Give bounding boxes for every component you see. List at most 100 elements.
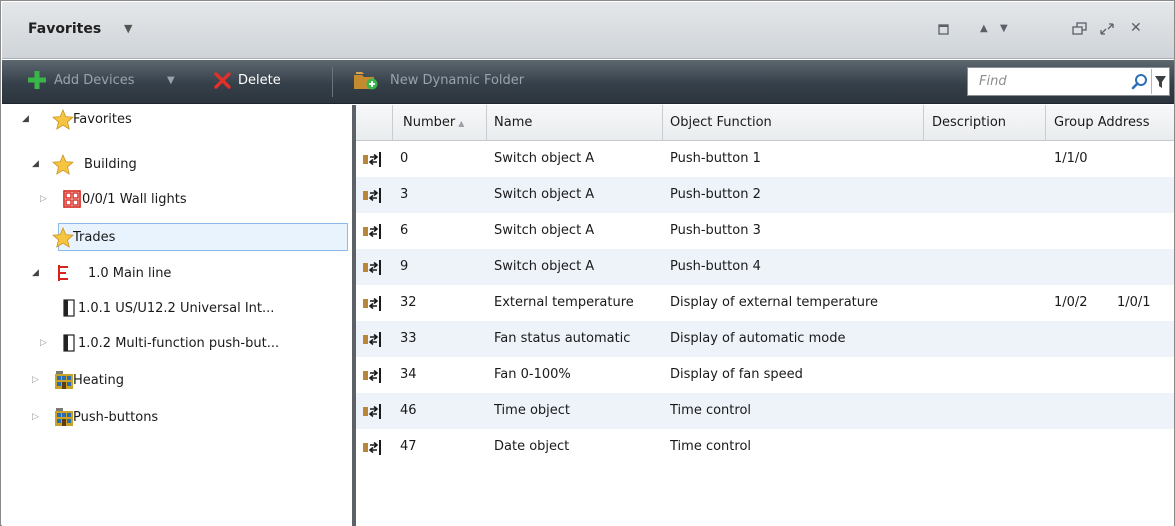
table-row[interactable]: 47 Date object Time control	[356, 429, 1174, 465]
tree-item-label: 0/0/1 Wall lights	[82, 191, 187, 207]
communication-object-icon	[363, 188, 381, 203]
line-icon	[58, 265, 68, 281]
objects-grid: Number ▲ Name Object Function Description…	[356, 105, 1174, 526]
add-devices-dropdown-icon[interactable]: ▼	[167, 75, 175, 86]
tree-item-label: 1.0.1 US/U12.2 Universal Int...	[78, 300, 275, 316]
cell-group-address-secondary: 1/0/1	[1117, 295, 1151, 310]
tree-item-label: Building	[84, 156, 137, 172]
column-header-label: Number	[403, 115, 456, 130]
maximize-icon[interactable]	[1099, 22, 1115, 39]
tree-item-label: Trades	[73, 229, 116, 245]
collapse-arrow-icon[interactable]: ▷	[40, 338, 50, 348]
communication-object-icon	[363, 152, 381, 167]
move-down-icon[interactable]: ▼	[1000, 23, 1008, 34]
favorites-tree: ◢ Favorites ◢ Building ▷ 0/0/1 Wall ligh…	[2, 105, 353, 526]
table-row[interactable]: 6 Switch object A Push-button 3	[356, 213, 1174, 249]
device-icon	[63, 299, 75, 317]
tree-item-label: 1.0 Main line	[88, 265, 172, 281]
cell-object-function: Display of fan speed	[670, 367, 803, 382]
favorites-panel: Favorites ▼ ▲ ▼ ✕ Add Devices ▼ Delete N…	[0, 0, 1175, 526]
cell-object-function: Time control	[670, 439, 752, 454]
star-icon	[52, 227, 74, 248]
cell-name: Switch object A	[494, 151, 595, 166]
communication-object-icon	[363, 296, 381, 311]
communication-object-icon	[363, 224, 381, 239]
cell-name: Switch object A	[494, 259, 595, 274]
cell-name: Time object	[494, 403, 571, 418]
cell-object-function: Push-button 1	[670, 151, 761, 166]
column-header-number[interactable]: Number ▲	[393, 105, 487, 141]
delete-x-icon[interactable]	[214, 72, 231, 89]
plus-icon[interactable]	[28, 71, 46, 89]
toolbar: Add Devices ▼ Delete New Dynamic Folder	[2, 60, 1174, 104]
cell-name: Date object	[494, 439, 570, 454]
table-row[interactable]: 33 Fan status automatic Display of automat…	[356, 321, 1174, 357]
communication-object-icon	[363, 440, 381, 455]
tree-item-label: Push-buttons	[73, 409, 159, 425]
new-dynamic-folder-button[interactable]: New Dynamic Folder	[390, 73, 524, 88]
table-row[interactable]: 32 External temperature Display of externa…	[356, 285, 1174, 321]
cell-number: 34	[400, 367, 417, 382]
cell-name: Switch object A	[494, 187, 595, 202]
title-menu-arrow-icon[interactable]: ▼	[124, 22, 132, 35]
sort-ascending-icon: ▲	[458, 119, 465, 128]
cell-object-function: Push-button 2	[670, 187, 761, 202]
pin-icon[interactable]	[937, 22, 951, 39]
cell-number: 33	[400, 331, 417, 346]
cell-name: Fan status automatic	[494, 331, 631, 346]
cell-number: 32	[400, 295, 417, 310]
filter-icon[interactable]	[1151, 69, 1169, 94]
table-row[interactable]: 0 Switch object A Push-button 1 1/1/0	[356, 141, 1174, 177]
cell-number: 46	[400, 403, 417, 418]
cell-number: 47	[400, 439, 417, 454]
building-icon	[55, 371, 73, 389]
grid-header: Number ▲ Name Object Function Description…	[356, 105, 1174, 141]
expand-arrow-icon[interactable]: ◢	[32, 268, 42, 278]
column-header-icon[interactable]	[356, 105, 393, 141]
communication-object-icon	[363, 332, 381, 347]
cell-object-function: Push-button 4	[670, 259, 761, 274]
communication-object-icon	[363, 260, 381, 275]
building-icon	[55, 408, 73, 426]
new-dynamic-folder-icon[interactable]	[353, 71, 379, 90]
cell-object-function: Display of external temperature	[670, 295, 879, 310]
column-header-object-function[interactable]: Object Function	[663, 105, 924, 141]
cell-object-function: Push-button 3	[670, 223, 761, 238]
collapse-arrow-icon[interactable]: ▷	[40, 194, 50, 204]
find-input[interactable]	[970, 71, 1120, 92]
panel-title: Favorites	[28, 21, 102, 37]
expand-arrow-icon[interactable]: ◢	[32, 159, 42, 169]
communication-object-icon	[363, 404, 381, 419]
cell-name: Switch object A	[494, 223, 595, 238]
device-icon	[63, 334, 75, 352]
column-header-group-address[interactable]: Group Address	[1046, 105, 1174, 141]
add-devices-button[interactable]: Add Devices	[54, 73, 135, 88]
column-header-description[interactable]: Description	[924, 105, 1046, 141]
cell-number: 3	[400, 187, 409, 202]
move-up-icon[interactable]: ▲	[980, 23, 988, 34]
column-header-name[interactable]: Name	[487, 105, 663, 141]
restore-icon[interactable]	[1072, 22, 1088, 39]
cell-number: 0	[400, 151, 409, 166]
table-row[interactable]: 9 Switch object A Push-button 4	[356, 249, 1174, 285]
search-icon[interactable]	[1131, 73, 1148, 90]
star-icon	[52, 154, 74, 175]
collapse-arrow-icon[interactable]: ▷	[32, 375, 42, 385]
table-row[interactable]: 46 Time object Time control	[356, 393, 1174, 429]
toolbar-separator	[332, 67, 333, 97]
delete-button[interactable]: Delete	[238, 73, 281, 88]
tree-item-label: Favorites	[73, 111, 132, 127]
collapse-arrow-icon[interactable]: ▷	[32, 412, 42, 422]
table-row[interactable]: 3 Switch object A Push-button 2	[356, 177, 1174, 213]
communication-object-icon	[363, 368, 381, 383]
cell-object-function: Display of automatic mode	[670, 331, 846, 346]
expand-arrow-icon[interactable]: ◢	[22, 114, 32, 124]
cell-group-address: 1/1/0	[1054, 151, 1088, 166]
star-icon	[52, 109, 74, 130]
cell-name: External temperature	[494, 295, 634, 310]
table-row[interactable]: 34 Fan 0-100% Display of fan speed	[356, 357, 1174, 393]
cell-name: Fan 0-100%	[494, 367, 571, 382]
cell-group-address: 1/0/2	[1054, 295, 1088, 310]
close-icon[interactable]: ✕	[1130, 20, 1142, 36]
cell-object-function: Time control	[670, 403, 752, 418]
